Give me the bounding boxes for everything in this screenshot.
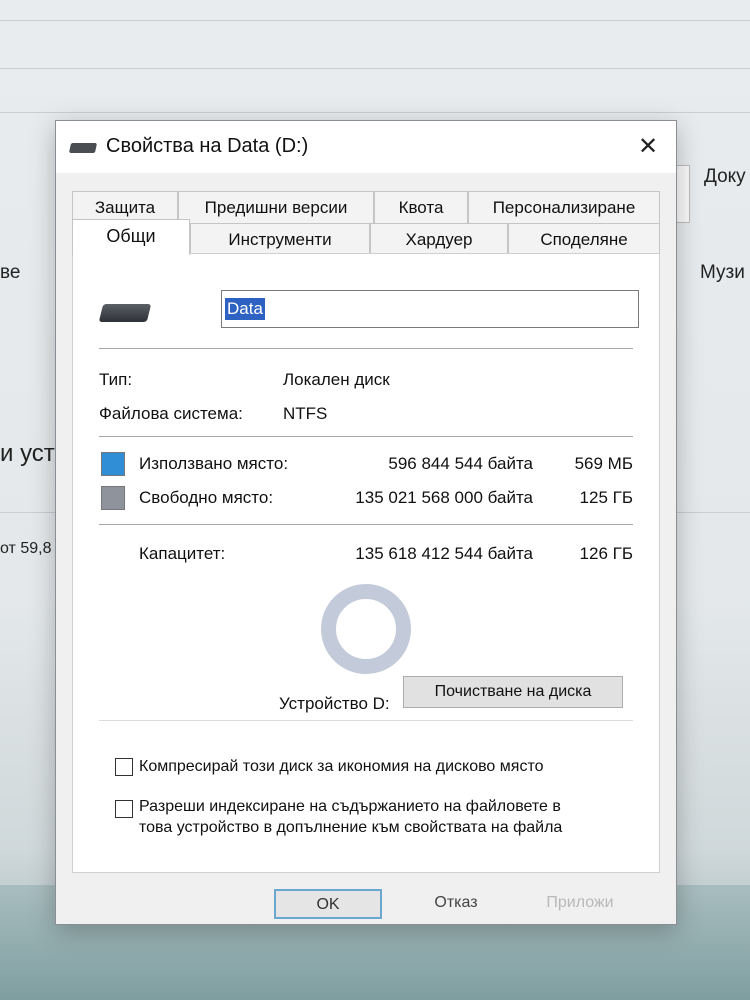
compress-checkbox[interactable] <box>115 758 133 776</box>
volume-name-input[interactable] <box>221 290 639 328</box>
drive-properties-dialog: Свойства на Data (D:) ✕ Защита Предишни … <box>55 120 677 925</box>
free-space-label: Свободно място: <box>139 488 274 507</box>
type-value: Локален диск <box>283 370 390 389</box>
apply-button[interactable]: Приложи <box>526 889 634 919</box>
title-bar[interactable]: Свойства на Data (D:) ✕ <box>56 121 676 173</box>
ok-button[interactable]: OK <box>274 889 382 919</box>
index-label-line1[interactable]: Разреши индексиране на съдържанието на ф… <box>139 796 561 817</box>
used-space-size: 569 МБ <box>574 454 633 473</box>
bg-music-label[interactable]: Музи <box>700 262 745 284</box>
used-space-bytes: 596 844 544 байта <box>388 454 533 473</box>
dialog-title: Свойства на Data (D:) <box>106 135 309 157</box>
free-space-swatch <box>101 486 125 510</box>
bg-partial-label: ве <box>0 262 21 283</box>
tab-sharing[interactable]: Споделяне <box>508 223 660 255</box>
tab-hardware[interactable]: Хардуер <box>370 223 508 255</box>
bg-documents-label[interactable]: Доку <box>704 166 746 188</box>
separator <box>99 720 633 721</box>
free-space-size: 125 ГБ <box>579 488 633 507</box>
volume-name-selection[interactable]: Data <box>225 298 265 320</box>
type-label: Тип: <box>99 370 133 389</box>
general-tab-panel: Data Тип: Локален диск Файлова система: … <box>72 253 660 873</box>
bg-divider <box>0 112 750 113</box>
documents-folder-icon <box>676 165 690 223</box>
index-checkbox[interactable] <box>115 800 133 818</box>
capacity-bytes: 135 618 412 544 байта <box>355 544 533 563</box>
separator <box>99 436 633 437</box>
compress-label[interactable]: Компресирай този диск за икономия на дис… <box>139 756 543 777</box>
bg-devices-heading: и уст <box>0 440 55 467</box>
drive-letter-label: Устройство D: <box>279 694 390 713</box>
cancel-button[interactable]: Отказ <box>402 889 510 919</box>
used-space-swatch <box>101 452 125 476</box>
tab-previous-versions[interactable]: Предишни версии <box>178 191 374 223</box>
file-system-value: NTFS <box>283 404 328 423</box>
tab-quota[interactable]: Квота <box>374 191 468 223</box>
bg-divider <box>0 20 750 21</box>
bg-free-space-text: от 59,8 <box>0 540 52 557</box>
tab-customize[interactable]: Персонализиране <box>468 191 660 223</box>
tab-general[interactable]: Общи <box>72 219 190 255</box>
drive-icon <box>68 143 98 153</box>
free-space-bytes: 135 021 568 000 байта <box>355 488 533 507</box>
index-label-line2[interactable]: това устройство в допълнение към свойств… <box>139 817 562 838</box>
local-disk-icon <box>98 304 152 322</box>
used-space-label: Използвано място: <box>139 454 289 473</box>
bg-divider <box>0 68 750 69</box>
close-button[interactable]: ✕ <box>634 133 662 161</box>
disk-cleanup-button[interactable]: Почистване на диска <box>403 676 623 708</box>
capacity-size: 126 ГБ <box>579 544 633 563</box>
file-system-label: Файлова система: <box>99 404 243 423</box>
tab-tools[interactable]: Инструменти <box>190 223 370 255</box>
separator <box>99 348 633 349</box>
separator <box>99 524 633 525</box>
disk-usage-donut <box>321 584 411 674</box>
capacity-label: Капацитет: <box>139 544 226 563</box>
